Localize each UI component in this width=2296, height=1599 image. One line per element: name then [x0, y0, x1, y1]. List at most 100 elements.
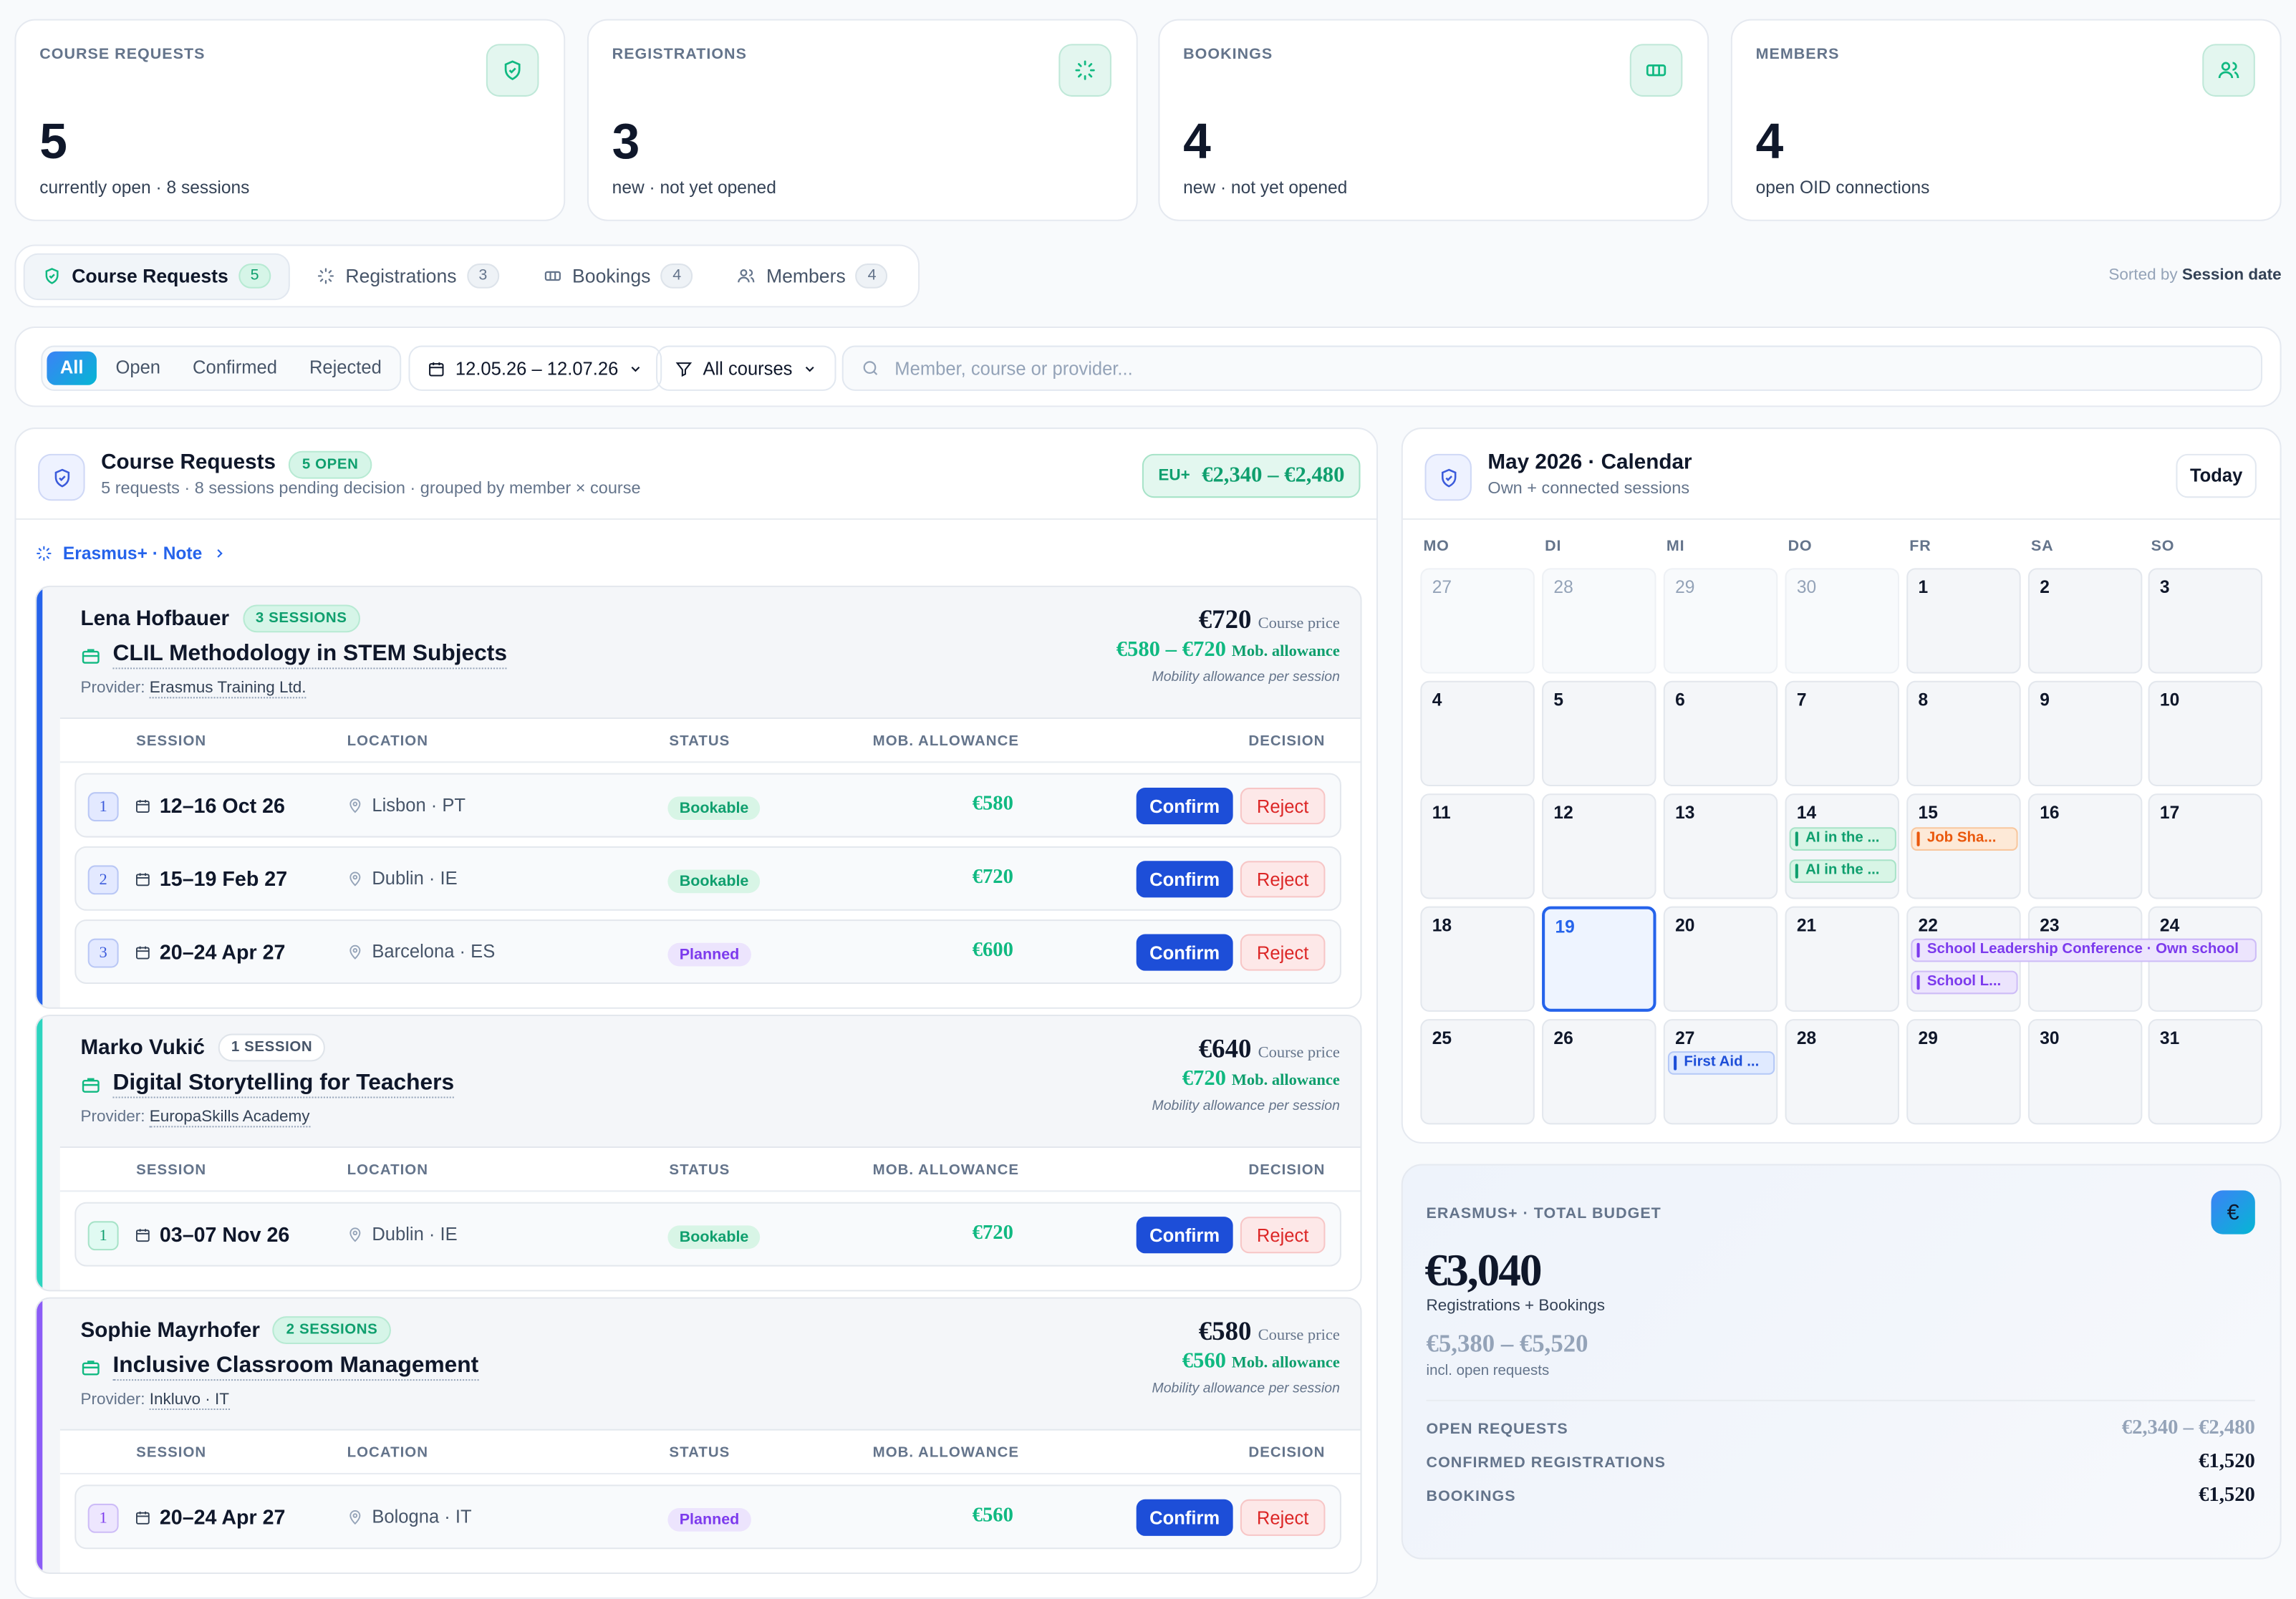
confirm-button[interactable]: Confirm — [1136, 1499, 1233, 1536]
course-title[interactable]: Digital Storytelling for Teachers — [80, 1071, 455, 1098]
provider-link[interactable]: Inkluvo · IT — [149, 1391, 229, 1411]
calendar-day[interactable]: 2 — [2027, 568, 2143, 674]
confirm-button[interactable]: Confirm — [1136, 861, 1233, 898]
filter-open[interactable]: Open — [102, 352, 173, 385]
search-input[interactable]: Member, course or provider... — [841, 345, 2263, 391]
calendar-day[interactable]: 5 — [1542, 680, 1656, 787]
stat-sub: open OID connections — [1755, 177, 1930, 198]
calendar-day[interactable]: 10 — [2148, 680, 2263, 787]
calendar-day[interactable]: 3 — [2148, 568, 2263, 674]
calendar-day[interactable]: 18 — [1420, 906, 1535, 1012]
provider-link[interactable]: EuropaSkills Academy — [149, 1108, 310, 1128]
erasmus-note-link[interactable]: Erasmus+ · Note — [35, 544, 227, 564]
table-header: SESSION LOCATION STATUS MOB. ALLOWANCE DECIS… — [59, 1148, 1361, 1192]
price-block: €580 Course price €560 Mob. allowance Mobi… — [1152, 1316, 1340, 1397]
search-icon — [861, 359, 880, 378]
ticket-icon — [1629, 44, 1683, 97]
calendar-day[interactable]: 11 — [1420, 793, 1535, 899]
reject-button[interactable]: Reject — [1240, 861, 1326, 898]
calendar-day[interactable]: 16 — [2027, 793, 2143, 899]
confirm-button[interactable]: Confirm — [1136, 934, 1233, 971]
sessions-badge: 2 SESSIONS — [273, 1316, 391, 1345]
session-location: Barcelona · ES — [347, 942, 495, 962]
calendar-day[interactable]: 31 — [2148, 1019, 2263, 1125]
tab-bookings[interactable]: Bookings 4 — [526, 253, 711, 299]
calendar-day[interactable]: 20 — [1663, 906, 1778, 1012]
provider: Provider: EuropaSkills Academy — [80, 1108, 310, 1128]
confirm-button[interactable]: Confirm — [1136, 788, 1233, 825]
calendar-day[interactable]: 30 — [2027, 1019, 2143, 1125]
calendar-subtitle: Own + connected sessions — [1487, 480, 1690, 498]
calendar-day[interactable]: 21 — [1785, 906, 1899, 1012]
session-location: Lisbon · PT — [347, 795, 466, 816]
chevron-right-icon — [213, 546, 227, 561]
session-date: 12–16 Oct 26 — [135, 793, 285, 817]
calendar-day[interactable]: 25 — [1420, 1019, 1535, 1125]
stat-value: 5 — [39, 114, 67, 170]
table-header: SESSION LOCATION STATUS MOB. ALLOWANCE DECIS… — [59, 719, 1361, 763]
stat-label: MEMBERS — [1755, 45, 1840, 63]
group-color-bar — [37, 1016, 43, 1290]
tab-course-requests[interactable]: Course Requests 5 — [23, 252, 290, 300]
calendar-event[interactable]: School L... — [1911, 970, 2018, 995]
calendar-day[interactable]: 6 — [1663, 680, 1778, 787]
tab-count: 4 — [660, 264, 693, 289]
member-name: Sophie Mayrhofer 2 SESSIONS — [80, 1316, 391, 1345]
day-number: 28 — [1553, 576, 1573, 598]
weekday-label: SA — [2030, 537, 2054, 555]
reject-button[interactable]: Reject — [1240, 934, 1326, 971]
session-number: 1 — [87, 1221, 119, 1251]
calendar-event[interactable]: School Leadership Conference · Own schoo… — [1911, 938, 2257, 962]
allowance-amount: €580 — [972, 793, 1013, 816]
filter-rejected[interactable]: Rejected — [296, 352, 395, 385]
calendar-day[interactable]: 12 — [1542, 793, 1656, 899]
sort-indicator: Sorted by Session date — [2108, 266, 2281, 284]
calendar-day[interactable]: 13 — [1663, 793, 1778, 899]
sessions-table: SESSION LOCATION STATUS MOB. ALLOWANCE DECIS… — [59, 1429, 1361, 1573]
date-range-dropdown[interactable]: 12.05.26 – 12.07.26 — [408, 345, 662, 391]
calendar-day[interactable]: 9 — [2027, 680, 2143, 787]
calendar-day[interactable]: 30 — [1785, 568, 1899, 674]
calendar-event[interactable]: AI in the ... — [1789, 859, 1896, 883]
calendar-day[interactable]: 28 — [1542, 568, 1656, 674]
status-badge: Planned — [667, 1508, 751, 1532]
stat-label: COURSE REQUESTS — [39, 45, 206, 63]
calendar-icon — [135, 944, 150, 960]
calendar-day[interactable]: 29 — [1663, 568, 1778, 674]
filter-all[interactable]: All — [47, 351, 97, 385]
reject-button[interactable]: Reject — [1240, 1217, 1326, 1254]
calendar-day[interactable]: 1 — [1906, 568, 2021, 674]
status-badge: Bookable — [667, 796, 761, 821]
calendar-event[interactable]: AI in the ... — [1789, 827, 1896, 851]
calendar-event[interactable]: Job Sha... — [1911, 827, 2018, 851]
day-number: 6 — [1675, 690, 1685, 710]
course-title[interactable]: CLIL Methodology in STEM Subjects — [80, 642, 507, 670]
provider-link[interactable]: Erasmus Training Ltd. — [149, 679, 307, 699]
confirm-button[interactable]: Confirm — [1136, 1217, 1233, 1254]
reject-button[interactable]: Reject — [1240, 1499, 1326, 1536]
calendar-day[interactable]: 4 — [1420, 680, 1535, 787]
calendar-day[interactable]: 8 — [1906, 680, 2021, 787]
tab-registrations[interactable]: Registrations 3 — [299, 253, 516, 299]
calendar-day[interactable]: 28 — [1785, 1019, 1899, 1125]
course-dropdown[interactable]: All courses — [656, 345, 836, 391]
course-title[interactable]: Inclusive Classroom Management — [80, 1353, 479, 1381]
filter-bar: All Open Confirmed Rejected 12.05.26 – 1… — [14, 326, 2282, 407]
request-group: Lena Hofbauer 3 SESSIONS CLIL Methodology … — [35, 585, 1362, 1009]
calendar-day[interactable]: 7 — [1785, 680, 1899, 787]
tab-members[interactable]: Members 4 — [720, 253, 906, 299]
day-number: 21 — [1796, 914, 1817, 936]
eu-amount-pill: EU+ €2,340 – €2,480 — [1142, 453, 1361, 498]
calendar-day[interactable]: 27 — [1420, 568, 1535, 674]
session-location: Dublin · IE — [347, 869, 458, 889]
calendar-day[interactable]: 17 — [2148, 793, 2263, 899]
calendar-day[interactable]: 19 — [1542, 906, 1656, 1012]
calendar-day[interactable]: 26 — [1542, 1019, 1656, 1125]
calendar-day[interactable]: 29 — [1906, 1019, 2021, 1125]
calendar-event[interactable]: First Aid ... — [1667, 1051, 1775, 1075]
reject-button[interactable]: Reject — [1240, 788, 1326, 825]
today-button[interactable]: Today — [2176, 453, 2257, 498]
filter-confirmed[interactable]: Confirmed — [180, 352, 291, 385]
briefcase-icon — [80, 645, 101, 666]
day-number: 15 — [1918, 802, 1938, 823]
